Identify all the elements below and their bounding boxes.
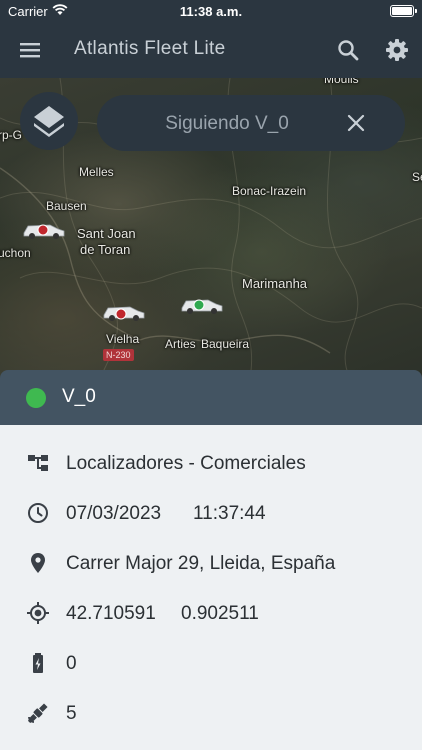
- detail-row-satellites: 5: [0, 693, 422, 733]
- time-text: 11:37:44: [193, 503, 266, 524]
- map-label-se: Se: [412, 170, 422, 184]
- longitude-text: 0.902511: [181, 603, 259, 624]
- battery-text: 0: [66, 653, 77, 674]
- map-label-rp-g: rp-G: [0, 128, 22, 142]
- map-label-arties: Arties: [165, 337, 196, 351]
- vehicle-marker-red[interactable]: [20, 219, 66, 241]
- road-badge: N-230: [103, 349, 134, 361]
- layers-button[interactable]: [20, 92, 78, 150]
- clock: 11:38 a.m.: [179, 4, 243, 19]
- map-label-melles: Melles: [79, 165, 114, 179]
- following-label: Siguiendo V_0: [165, 113, 289, 134]
- map-label-bonac: Bonac-Irazein: [232, 184, 307, 198]
- gps-fixed-icon: [27, 602, 49, 624]
- map-label-vielha: Vielha: [106, 332, 140, 346]
- group-text: Localizadores - Comerciales: [66, 453, 306, 474]
- vehicle-details: Localizadores - Comerciales 07/03/2023 1…: [0, 425, 422, 750]
- satellite-icon: [28, 703, 48, 723]
- map-label-marimanha: Marimanha: [242, 276, 308, 291]
- vehicle-marker-red-2[interactable]: [100, 301, 146, 323]
- map-label-de-toran: de Toran: [80, 242, 131, 257]
- detail-row-battery: 0: [0, 643, 422, 683]
- map-label-baqueira: Baqueira: [201, 337, 250, 351]
- detail-row-group: Localizadores - Comerciales: [0, 443, 422, 483]
- map-label-uchon: uchon: [0, 246, 31, 260]
- following-banner: Siguiendo V_0: [97, 95, 405, 151]
- detail-row-address: Carrer Major 29, Lleida, España: [0, 543, 422, 583]
- menu-icon[interactable]: [16, 36, 44, 64]
- search-icon[interactable]: [334, 36, 362, 64]
- close-icon[interactable]: [344, 111, 368, 135]
- satellites-text: 5: [66, 703, 77, 724]
- vehicle-sheet-header[interactable]: V_0: [0, 370, 422, 425]
- detail-row-coordinates: 42.710591 0.902511: [0, 593, 422, 633]
- hierarchy-icon: [28, 455, 48, 471]
- detail-row-datetime: 07/03/2023 11:37:44: [0, 493, 422, 533]
- map-label-moulis: Moulis: [324, 78, 359, 86]
- date-text: 07/03/2023: [66, 503, 162, 524]
- vehicle-marker-green[interactable]: [178, 294, 224, 316]
- gear-icon[interactable]: [383, 36, 411, 64]
- battery-charging-icon: [33, 653, 43, 673]
- status-bar: Carrier 11:38 a.m.: [0, 0, 422, 22]
- map-label-sant-joan: Sant Joan: [77, 226, 136, 241]
- map-label-bausen: Bausen: [46, 199, 87, 213]
- app-bar: Atlantis Fleet Lite: [0, 22, 422, 78]
- app-title: Atlantis Fleet Lite: [74, 38, 226, 59]
- battery-icon: [390, 5, 417, 17]
- status-dot: [26, 388, 46, 408]
- vehicle-name: V_0: [62, 386, 96, 407]
- clock-icon: [28, 503, 48, 523]
- location-pin-icon: [31, 553, 45, 573]
- latitude-text: 42.710591: [66, 603, 156, 624]
- layers-icon: [34, 106, 64, 137]
- address-text: Carrer Major 29, Lleida, España: [66, 553, 336, 574]
